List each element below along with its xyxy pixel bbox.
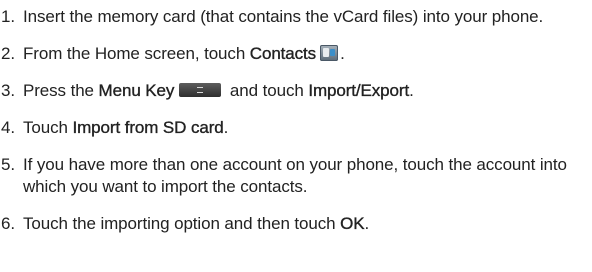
- step-number: 6.: [1, 214, 15, 233]
- step-6: 6. Touch the importing option and then t…: [1, 213, 588, 235]
- menu-key-label: Menu Key: [98, 81, 175, 100]
- step-text: Insert the memory card (that contains th…: [23, 7, 544, 26]
- step-4: 4. Touch Import from SD card.: [1, 117, 588, 139]
- step-text: Touch: [23, 118, 73, 137]
- step-1: 1. Insert the memory card (that contains…: [1, 6, 588, 28]
- step-number: 2.: [1, 44, 15, 63]
- step-text-end: .: [364, 214, 370, 233]
- ok-label: OK: [340, 214, 365, 233]
- import-export-label: Import/Export: [308, 81, 410, 100]
- step-text: If you have more than one account on you…: [23, 155, 567, 196]
- step-5: 5. If you have more than one account on …: [1, 154, 588, 198]
- step-3: 3. Press the Menu Key and touch Import/E…: [1, 80, 588, 102]
- step-number: 1.: [1, 7, 15, 26]
- step-text-end: .: [409, 81, 414, 100]
- menu-key-icon: [179, 83, 222, 97]
- step-number: 5.: [1, 155, 15, 174]
- step-number: 4.: [1, 118, 15, 137]
- instruction-list: 1. Insert the memory card (that contains…: [0, 0, 592, 272]
- contacts-label: Contacts: [249, 44, 317, 63]
- step-text-end: .: [340, 44, 345, 63]
- step-number: 3.: [1, 81, 15, 100]
- import-from-sd-label: Import from SD card: [72, 118, 224, 137]
- step-2: 2. From the Home screen, touch Contacts.: [1, 43, 588, 65]
- contacts-app-icon: [320, 45, 339, 61]
- step-text-end: .: [223, 118, 229, 137]
- step-text-middle: and touch: [225, 81, 309, 100]
- step-text: Touch the importing option and then touc…: [23, 214, 341, 233]
- step-text: From the Home screen, touch: [23, 44, 250, 63]
- step-text: Press the: [23, 81, 99, 100]
